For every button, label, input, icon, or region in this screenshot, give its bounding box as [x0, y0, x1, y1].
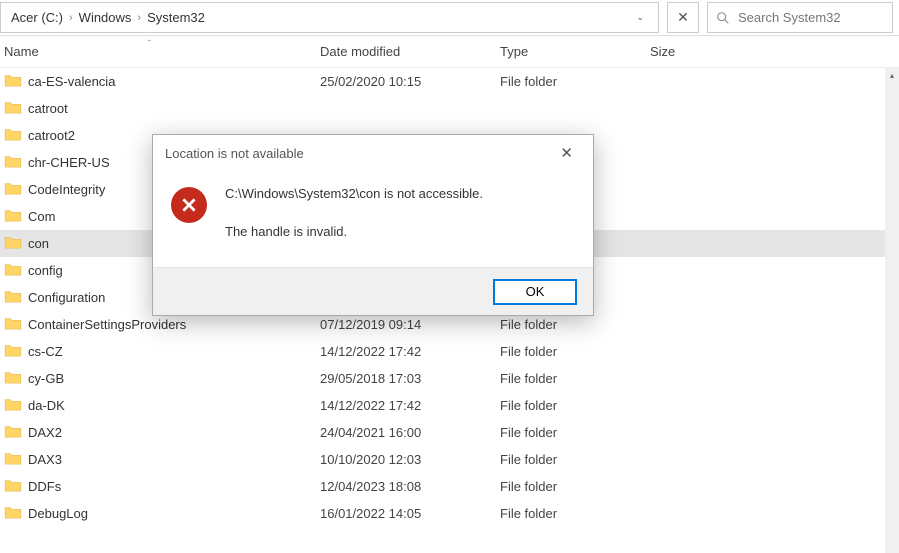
table-row[interactable]: catroot — [0, 95, 899, 122]
file-name: DebugLog — [28, 506, 88, 521]
column-header-size[interactable]: Size — [650, 44, 750, 59]
file-date: 29/05/2018 17:03 — [320, 371, 500, 386]
chevron-right-icon: › — [67, 12, 75, 24]
folder-icon — [4, 451, 22, 468]
refresh-stop-button[interactable]: ✕ — [667, 2, 699, 33]
folder-icon — [4, 370, 22, 387]
file-type: File folder — [500, 479, 650, 494]
folder-icon — [4, 424, 22, 441]
file-name: cs-CZ — [28, 344, 63, 359]
file-date: 10/10/2020 12:03 — [320, 452, 500, 467]
file-type: File folder — [500, 398, 650, 413]
file-name: ContainerSettingsProviders — [28, 317, 186, 332]
file-name: Configuration — [28, 290, 105, 305]
file-name: config — [28, 263, 63, 278]
file-date: 14/12/2022 17:42 — [320, 398, 500, 413]
file-date: 14/12/2022 17:42 — [320, 344, 500, 359]
folder-icon — [4, 235, 22, 252]
table-row[interactable]: ca-ES-valencia 25/02/2020 10:15File folde… — [0, 68, 899, 95]
breadcrumb-root[interactable]: Acer (C:) — [7, 7, 67, 28]
scroll-up-icon[interactable]: ▴ — [885, 68, 899, 82]
sort-indicator-icon: ˆ — [148, 39, 151, 48]
table-row[interactable]: cy-GB 29/05/2018 17:03File folder — [0, 365, 899, 392]
breadcrumb[interactable]: Acer (C:) › Windows › System32 ⌄ — [0, 2, 659, 33]
file-name: ca-ES-valencia — [28, 74, 115, 89]
file-type: File folder — [500, 74, 650, 89]
folder-icon — [4, 289, 22, 306]
file-name: con — [28, 236, 49, 251]
search-input[interactable]: Search System32 — [707, 2, 893, 33]
dialog-titlebar[interactable]: Location is not available ✕ — [153, 135, 593, 171]
file-date: 07/12/2019 09:14 — [320, 317, 500, 332]
error-dialog: Location is not available ✕ C:\Windows\S… — [152, 134, 594, 316]
column-header-name[interactable]: Name — [4, 44, 320, 59]
file-name: DDFs — [28, 479, 61, 494]
file-name: chr-CHER-US — [28, 155, 110, 170]
search-icon — [716, 11, 730, 25]
error-icon — [171, 187, 207, 223]
file-name: Com — [28, 209, 55, 224]
search-placeholder: Search System32 — [738, 10, 841, 25]
column-header-date[interactable]: Date modified — [320, 44, 500, 59]
scrollbar[interactable]: ▴ — [885, 68, 899, 553]
file-type: File folder — [500, 452, 650, 467]
file-type: File folder — [500, 371, 650, 386]
close-icon[interactable]: ✕ — [552, 140, 581, 166]
file-name: cy-GB — [28, 371, 64, 386]
table-row[interactable]: DebugLog 16/01/2022 14:05File folder — [0, 500, 899, 527]
folder-icon — [4, 73, 22, 90]
file-name: da-DK — [28, 398, 65, 413]
file-name: catroot2 — [28, 128, 75, 143]
file-date: 24/04/2021 16:00 — [320, 425, 500, 440]
file-type: File folder — [500, 506, 650, 521]
folder-icon — [4, 343, 22, 360]
folder-icon — [4, 316, 22, 333]
table-row[interactable]: DAX2 24/04/2021 16:00File folder — [0, 419, 899, 446]
file-name: DAX3 — [28, 452, 62, 467]
breadcrumb-seg1[interactable]: Windows — [75, 7, 136, 28]
column-headers: ˆ Name Date modified Type Size — [0, 36, 899, 68]
table-row[interactable]: DAX3 10/10/2020 12:03File folder — [0, 446, 899, 473]
file-name: CodeIntegrity — [28, 182, 105, 197]
folder-icon — [4, 478, 22, 495]
file-date: 25/02/2020 10:15 — [320, 74, 500, 89]
chevron-down-icon[interactable]: ⌄ — [628, 12, 652, 23]
chevron-right-icon: › — [135, 12, 143, 24]
address-bar: Acer (C:) › Windows › System32 ⌄ ✕ Searc… — [0, 0, 899, 36]
file-date: 16/01/2022 14:05 — [320, 506, 500, 521]
folder-icon — [4, 154, 22, 171]
breadcrumb-seg2[interactable]: System32 — [143, 7, 209, 28]
file-name: catroot — [28, 101, 68, 116]
folder-icon — [4, 208, 22, 225]
dialog-title-text: Location is not available — [165, 146, 304, 161]
file-name: DAX2 — [28, 425, 62, 440]
column-header-type[interactable]: Type — [500, 44, 650, 59]
table-row[interactable]: DDFs 12/04/2023 18:08File folder — [0, 473, 899, 500]
folder-icon — [4, 181, 22, 198]
file-type: File folder — [500, 425, 650, 440]
dialog-message: C:\Windows\System32\con is not accessibl… — [225, 185, 483, 241]
file-date: 12/04/2023 18:08 — [320, 479, 500, 494]
file-type: File folder — [500, 344, 650, 359]
table-row[interactable]: cs-CZ 14/12/2022 17:42File folder — [0, 338, 899, 365]
folder-icon — [4, 100, 22, 117]
folder-icon — [4, 127, 22, 144]
ok-button[interactable]: OK — [493, 279, 577, 305]
folder-icon — [4, 262, 22, 279]
table-row[interactable]: da-DK 14/12/2022 17:42File folder — [0, 392, 899, 419]
folder-icon — [4, 505, 22, 522]
folder-icon — [4, 397, 22, 414]
file-type: File folder — [500, 317, 650, 332]
